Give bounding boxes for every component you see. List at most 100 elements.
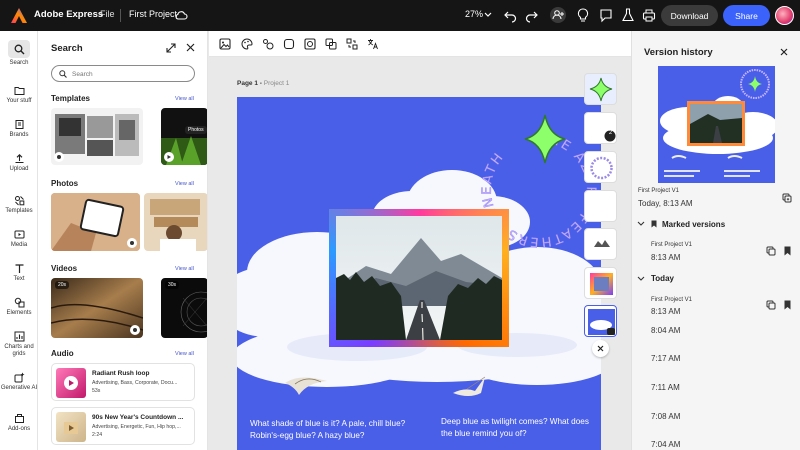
- template-thumb[interactable]: Photos: [161, 108, 207, 165]
- version-history-panel: Version history First Project V1 Today, …: [631, 31, 800, 450]
- version-time[interactable]: 7:11 AM: [651, 383, 680, 392]
- rail-item-templates[interactable]: Templates: [0, 195, 38, 215]
- audio-item[interactable]: 90s New Year's Countdown ... Advertising…: [51, 407, 195, 445]
- element-thumb[interactable]: [584, 190, 617, 222]
- rail-item-your-stuff[interactable]: Your stuff: [0, 85, 38, 105]
- duplicate-icon[interactable]: [766, 246, 776, 256]
- duplicate-icon[interactable]: [766, 300, 776, 310]
- image-icon[interactable]: [219, 38, 231, 50]
- page-number: Page 1 -: [237, 80, 264, 87]
- upload-icon: [15, 154, 23, 164]
- rail-item-generative-ai[interactable]: Generative AI: [0, 372, 38, 392]
- photos-view-all[interactable]: View all: [175, 181, 194, 187]
- video-thumb[interactable]: 30s: [161, 278, 207, 338]
- adobe-express-logo[interactable]: [10, 7, 28, 25]
- addons-icon: [14, 414, 24, 423]
- file-menu[interactable]: File: [100, 9, 115, 19]
- photo-thumb[interactable]: [51, 193, 140, 251]
- version-time[interactable]: 7:08 AM: [651, 412, 680, 421]
- rail-item-search[interactable]: Search: [0, 40, 38, 67]
- add-user-icon[interactable]: [549, 6, 567, 24]
- element-thumb[interactable]: 2: [584, 112, 617, 144]
- comment-icon[interactable]: [599, 8, 613, 23]
- version-time[interactable]: 7:17 AM: [651, 354, 680, 363]
- bookmark-icon[interactable]: [784, 246, 791, 256]
- rail-label: Your stuff: [6, 98, 32, 104]
- caption-right[interactable]: Deep blue as twilight comes? What does t…: [441, 416, 593, 440]
- search-box[interactable]: [51, 65, 195, 82]
- flask-icon[interactable]: [621, 8, 635, 23]
- element-thumb[interactable]: [584, 267, 617, 299]
- share-button[interactable]: Share: [723, 5, 770, 26]
- rail-item-media[interactable]: Media: [0, 229, 38, 249]
- photo-frame[interactable]: [329, 209, 509, 347]
- rail-item-upload[interactable]: Upload: [0, 153, 38, 173]
- text-icon: [15, 264, 23, 273]
- audio-title: Radiant Rush loop: [92, 370, 150, 377]
- audio-item[interactable]: Radiant Rush loop Advertising, Bass, Cor…: [51, 363, 195, 401]
- rail-label: Templates: [5, 208, 33, 214]
- rail-item-add-ons[interactable]: Add-ons: [0, 413, 38, 433]
- brand-icon: [127, 238, 137, 248]
- sparkle-icon: [14, 372, 24, 383]
- cloud-icon[interactable]: [174, 8, 188, 22]
- page-label: Page 1 - Project 1: [237, 80, 289, 87]
- close-icon[interactable]: [780, 48, 788, 56]
- close-strip-button[interactable]: [592, 340, 609, 357]
- layers-icon[interactable]: [325, 38, 337, 50]
- lightbulb-icon[interactable]: [576, 8, 590, 23]
- audio-tags: Advertising, Bass, Corporate, Docu...: [92, 380, 178, 386]
- mask-icon[interactable]: [304, 38, 316, 50]
- media-icon: [14, 230, 24, 239]
- bookmark-icon[interactable]: [784, 300, 791, 310]
- translate-icon[interactable]: [367, 38, 379, 50]
- element-thumb-selected[interactable]: [584, 305, 617, 337]
- rail-item-charts-and-grids[interactable]: Charts and grids: [0, 331, 38, 358]
- video-duration: 30s: [165, 281, 180, 289]
- audio-view-all[interactable]: View all: [175, 351, 194, 357]
- print-icon[interactable]: [642, 8, 656, 23]
- element-thumb[interactable]: [584, 73, 617, 105]
- rail-item-text[interactable]: Text: [0, 263, 38, 283]
- download-button[interactable]: Download: [661, 5, 718, 26]
- chevron-down-icon[interactable]: [637, 221, 645, 227]
- bookmark-icon: [651, 220, 657, 228]
- star-shape[interactable]: [524, 114, 566, 164]
- animation-icon[interactable]: [262, 38, 274, 50]
- version-time[interactable]: 8:13 AM: [651, 253, 680, 262]
- road-photo[interactable]: [336, 216, 502, 340]
- palette-icon[interactable]: [241, 38, 253, 50]
- caption-left[interactable]: What shade of blue is it? A pale, chill …: [250, 418, 410, 442]
- search-input[interactable]: [72, 68, 187, 80]
- video-thumb[interactable]: 20s: [51, 278, 143, 338]
- zoom-level[interactable]: 27%: [465, 9, 483, 19]
- chevron-down-icon[interactable]: [484, 12, 492, 18]
- rail-label: Generative AI: [0, 385, 38, 391]
- resize-icon[interactable]: [346, 38, 358, 50]
- avatar[interactable]: [775, 6, 794, 25]
- rail-label: Elements: [6, 310, 32, 316]
- version-time[interactable]: 8:04 AM: [651, 326, 680, 335]
- element-thumb[interactable]: [584, 228, 617, 260]
- close-icon[interactable]: [186, 43, 195, 52]
- chevron-down-icon[interactable]: [637, 276, 645, 282]
- project-name[interactable]: First Project: [129, 9, 177, 19]
- element-thumb[interactable]: [584, 151, 617, 183]
- template-thumb[interactable]: [51, 108, 143, 165]
- version-time[interactable]: 8:13 AM: [651, 307, 680, 316]
- rail-item-elements[interactable]: Elements: [0, 297, 38, 317]
- version-time[interactable]: 7:04 AM: [651, 440, 680, 449]
- redo-icon[interactable]: [524, 8, 539, 23]
- page-name[interactable]: Project 1: [264, 80, 290, 87]
- duplicate-icon[interactable]: [782, 193, 792, 203]
- artboard[interactable]: THE AZURE FEATHERS BENEATH: [237, 97, 601, 450]
- undo-icon[interactable]: [503, 8, 518, 23]
- shape-icon[interactable]: [283, 38, 295, 50]
- templates-view-all[interactable]: View all: [175, 96, 194, 102]
- photo-thumb[interactable]: [144, 193, 207, 251]
- rail-item-brands[interactable]: Brands: [0, 119, 38, 139]
- version-preview[interactable]: [658, 66, 775, 183]
- videos-view-all[interactable]: View all: [175, 266, 194, 272]
- expand-icon[interactable]: [166, 43, 176, 53]
- templates-heading: Templates: [51, 94, 90, 103]
